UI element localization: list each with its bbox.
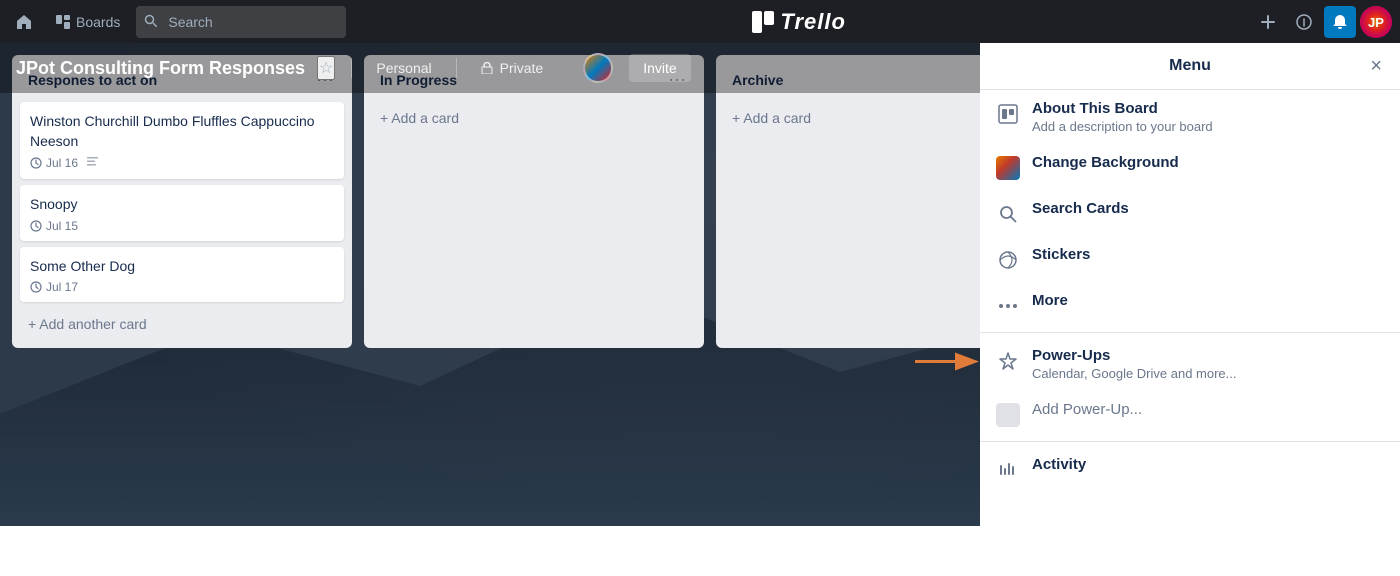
menu-item-stickers[interactable]: Stickers	[980, 236, 1400, 282]
header-divider	[351, 58, 352, 78]
menu-divider-2	[980, 441, 1400, 442]
search-wrapper	[136, 6, 346, 38]
privacy-label: Private	[500, 60, 544, 76]
lists-container: Respones to act on ··· Winston Churchill…	[12, 55, 1056, 348]
list-responses: Respones to act on ··· Winston Churchill…	[12, 55, 352, 348]
member-avatar[interactable]	[583, 53, 613, 83]
invite-label: Invite	[643, 60, 676, 76]
menu-item-powerups[interactable]: Power-Ups Calendar, Google Drive and mor…	[980, 337, 1400, 391]
menu-item-add-powerup[interactable]: Add Power-Up...	[980, 391, 1400, 437]
card-title: Some Other Dog	[30, 257, 334, 277]
menu-item-content: More	[1032, 292, 1068, 309]
menu-item-content: Stickers	[1032, 246, 1090, 263]
card-title: Snoopy	[30, 195, 334, 215]
visibility-button[interactable]: Personal	[368, 56, 439, 80]
about-sublabel: Add a description to your board	[1032, 119, 1213, 134]
menu-divider	[980, 332, 1400, 333]
card-meta: Jul 16	[30, 155, 334, 171]
trello-logo-text: Trello	[780, 9, 846, 35]
menu-close-button[interactable]: ×	[1364, 51, 1388, 82]
add-powerup-icon	[996, 403, 1020, 427]
add-card-button[interactable]: + Add a card	[372, 102, 696, 134]
menu-item-content: Power-Ups Calendar, Google Drive and mor…	[1032, 347, 1237, 381]
card-item[interactable]: Some Other Dog Jul 17	[20, 247, 344, 303]
card-item[interactable]: Winston Churchill Dumbo Fluffles Cappucc…	[20, 102, 344, 179]
search-input[interactable]	[136, 6, 346, 38]
card-title: Winston Churchill Dumbo Fluffles Cappucc…	[30, 112, 334, 151]
activity-label: Activity	[1032, 456, 1086, 473]
create-button[interactable]	[1252, 6, 1284, 38]
menu-title: Menu	[1169, 57, 1211, 75]
card-item[interactable]: Snoopy Jul 15	[20, 185, 344, 241]
stickers-label: Stickers	[1032, 246, 1090, 263]
svg-text:JP: JP	[1368, 15, 1384, 30]
card-meta: Jul 17	[30, 280, 334, 294]
menu-item-more[interactable]: More	[980, 282, 1400, 328]
change-bg-label: Change Background	[1032, 154, 1179, 171]
nav-right: JP	[1252, 6, 1392, 38]
add-another-card-button[interactable]: + Add another card	[20, 308, 344, 340]
description-icon	[86, 155, 99, 171]
stickers-icon	[996, 248, 1020, 272]
card-due-date: Jul 17	[30, 280, 78, 294]
search-cards-icon	[996, 202, 1020, 226]
about-label: About This Board	[1032, 100, 1213, 117]
menu-item-search-cards[interactable]: Search Cards	[980, 190, 1400, 236]
menu-header: Menu ×	[980, 43, 1400, 90]
boards-button[interactable]: Boards	[46, 6, 130, 38]
card-due-date: Jul 16	[30, 156, 78, 170]
user-avatar[interactable]: JP	[1360, 6, 1392, 38]
menu-item-content: Search Cards	[1032, 200, 1129, 217]
menu-item-content: Change Background	[1032, 154, 1179, 171]
board-title[interactable]: JPot Consulting Form Responses	[16, 58, 305, 79]
menu-item-content: Add Power-Up...	[1032, 401, 1142, 418]
change-bg-icon	[996, 156, 1020, 180]
menu-item-about[interactable]: About This Board Add a description to yo…	[980, 90, 1400, 144]
info-button[interactable]	[1288, 6, 1320, 38]
privacy-button[interactable]: Private	[473, 56, 552, 80]
list-in-progress: In Progress ··· + Add a card	[364, 55, 704, 348]
top-nav: Boards Trello	[0, 0, 1400, 43]
menu-item-content: Activity	[1032, 456, 1086, 473]
menu-panel: Menu × About This Board Add a descriptio…	[980, 43, 1400, 526]
more-label: More	[1032, 292, 1068, 309]
nav-center: Trello	[352, 9, 1246, 35]
invite-button[interactable]: Invite	[629, 54, 690, 82]
visibility-label: Personal	[376, 60, 431, 76]
menu-item-content: About This Board Add a description to yo…	[1032, 100, 1213, 134]
more-icon	[996, 294, 1020, 318]
star-button[interactable]: ☆	[317, 56, 335, 80]
search-cards-label: Search Cards	[1032, 200, 1129, 217]
home-button[interactable]	[8, 6, 40, 38]
board-wrapper: JPot Consulting Form Responses ☆ Persona…	[0, 43, 1400, 526]
menu-item-activity[interactable]: Activity	[980, 446, 1400, 492]
powerups-icon	[996, 349, 1020, 373]
trello-logo: Trello	[752, 9, 846, 35]
powerups-sublabel: Calendar, Google Drive and more...	[1032, 366, 1237, 381]
powerups-label: Power-Ups	[1032, 347, 1237, 364]
notifications-button[interactable]	[1324, 6, 1356, 38]
card-due-date: Jul 15	[30, 219, 78, 233]
add-powerup-label: Add Power-Up...	[1032, 401, 1142, 418]
about-board-icon	[996, 102, 1020, 126]
activity-icon	[996, 458, 1020, 482]
card-meta: Jul 15	[30, 219, 334, 233]
menu-item-change-bg[interactable]: Change Background	[980, 144, 1400, 190]
header-divider-2	[456, 58, 457, 78]
boards-label: Boards	[76, 14, 120, 30]
